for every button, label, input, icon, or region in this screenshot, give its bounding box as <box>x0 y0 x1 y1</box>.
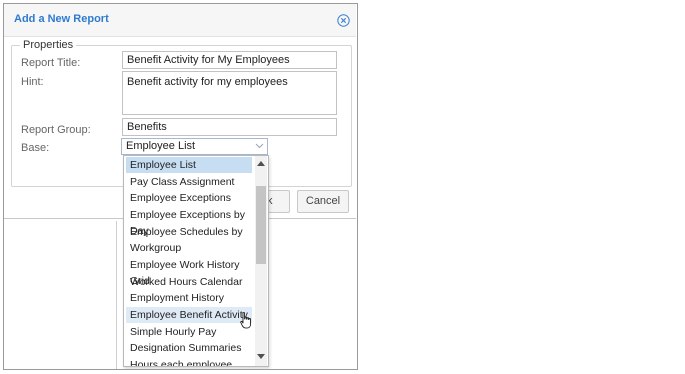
base-dropdown-list: Employee List Pay Class Assignment Employe… <box>123 155 269 367</box>
report-title-input[interactable] <box>122 51 337 69</box>
hint-textarea[interactable]: Benefit activity for my employees <box>122 71 337 115</box>
hint-label: Hint: <box>21 76 44 88</box>
scroll-up-arrow-icon[interactable] <box>257 160 265 166</box>
report-group-label: Report Group: <box>21 124 91 136</box>
report-group-input[interactable] <box>122 118 337 136</box>
scroll-thumb[interactable] <box>256 186 266 264</box>
base-label: Base: <box>21 142 50 154</box>
dropdown-scrollbar[interactable] <box>255 156 267 366</box>
dropdown-option[interactable]: Employee Benefit Activity <box>126 307 252 323</box>
base-select[interactable]: Employee List <box>121 138 268 155</box>
background-panel <box>4 221 117 369</box>
dropdown-option[interactable]: Designation Summaries <box>126 340 252 356</box>
dropdown-option[interactable]: Workgroup <box>126 240 252 256</box>
hand-cursor-icon <box>240 312 251 329</box>
dropdown-option[interactable]: Pay Class Assignment <box>126 174 252 190</box>
dropdown-option[interactable]: Employee List <box>126 157 252 173</box>
dropdown-option[interactable]: Worked Hours Calendar <box>126 274 252 290</box>
properties-legend: Properties <box>20 39 77 51</box>
cancel-button[interactable]: Cancel <box>297 190 349 213</box>
dialog-header: Add a New Report <box>4 4 356 37</box>
dropdown-option[interactable]: Simple Hourly Pay <box>126 324 252 340</box>
chevron-down-icon <box>255 143 264 149</box>
base-select-value: Employee List <box>126 140 196 152</box>
close-icon[interactable] <box>337 14 350 27</box>
dropdown-option[interactable]: Employee Schedules by <box>126 224 252 240</box>
dialog-title: Add a New Report <box>14 13 109 25</box>
report-title-label: Report Title: <box>21 57 81 69</box>
screenshot-frame: Add a New Report Properties Report Title… <box>3 3 358 370</box>
dropdown-option[interactable]: Employee Exceptions <box>126 190 252 206</box>
dropdown-option[interactable]: Hours each employee <box>126 357 252 366</box>
scroll-down-arrow-icon[interactable] <box>257 354 265 360</box>
